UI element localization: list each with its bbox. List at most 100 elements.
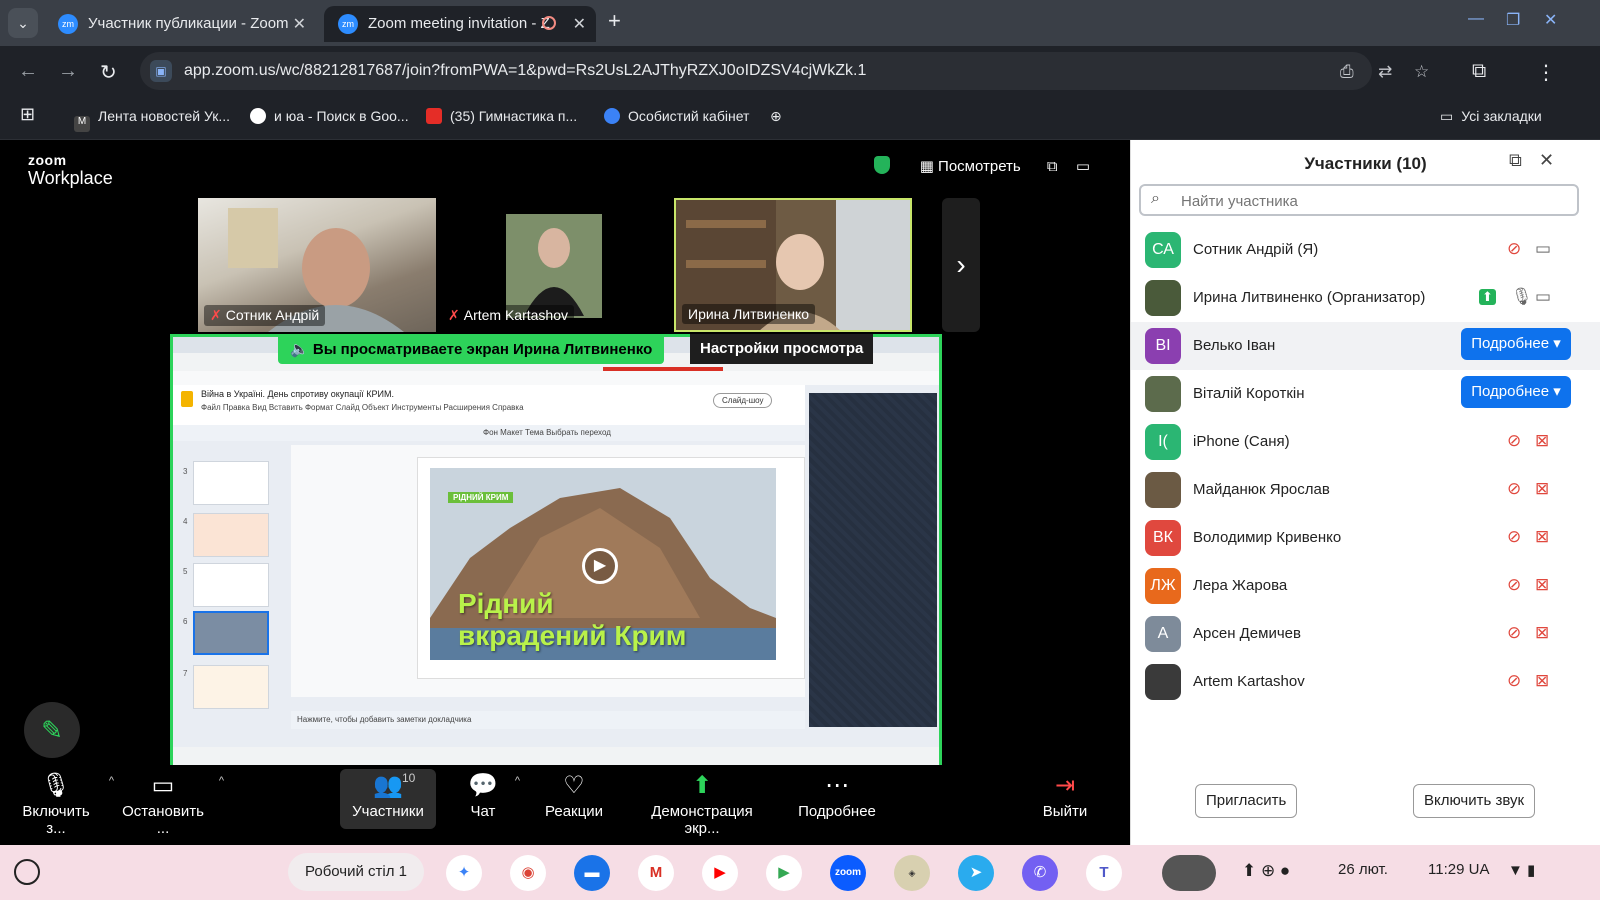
more-button[interactable]: ⋯ Подробнее [796,769,878,829]
participant-row[interactable]: ВІ Велько Іван Подробнее ▾ [1131,322,1600,370]
gmail-icon[interactable]: M [638,855,674,891]
apps-grid-icon[interactable]: ⊞ [20,104,35,125]
wifi-battery-icon[interactable]: ▼ ▮ [1508,861,1535,879]
chrome-icon[interactable]: ◉ [510,855,546,891]
participant-search[interactable]: ⌕ [1139,184,1579,216]
browser-tab-bar: ⌄ zm Участник публикации - Zoom ✕ zm Zoo… [0,0,1600,46]
telegram-icon[interactable]: ➤ [958,855,994,891]
participant-row[interactable]: Віталій Короткін Подробнее ▾ [1131,370,1600,418]
video-tile[interactable]: ✗ Сотник Андрій [198,198,436,332]
play-icon: ▶ [582,548,618,584]
view-options-button[interactable]: Настройки просмотра [690,334,874,364]
close-panel-icon[interactable]: ✕ [1539,150,1554,171]
participant-row[interactable]: I( iPhone (Саня) ⊘ ⊠ [1131,418,1600,466]
files-icon[interactable]: ▬ [574,855,610,891]
video-options-caret-icon[interactable]: ^ [219,775,224,787]
teams-icon[interactable]: T [1086,855,1122,891]
bookmark-star-icon[interactable]: ☆ [1414,62,1429,82]
share-screen-button[interactable]: ⬆ Демонстрация экр... [632,769,772,837]
bookmark-label: (35) Гимнастика п... [450,108,578,124]
new-tab-button[interactable]: + [608,8,621,34]
invite-button[interactable]: Пригласить [1195,784,1298,818]
participant-row[interactable]: ЛЖ Лера Жарова ⊘ ⊠ [1131,562,1600,610]
top-right-controls: ▦ Посмотреть ⧉ ▭ [873,156,1090,175]
bookmark-label: Лента новостей Ук... [98,108,231,124]
participant-row[interactable]: ВК Володимир Кривенко ⊘ ⊠ [1131,514,1600,562]
site-info-icon[interactable]: ▣ [150,60,172,82]
app-icon[interactable]: ◈ [894,855,930,891]
bookmark-item[interactable]: Особистий кабінет [604,108,749,124]
window-layout-icon[interactable]: ⧉ [1047,158,1058,175]
participant-more-button[interactable]: Подробнее ▾ [1461,328,1571,360]
view-button[interactable]: ▦ Посмотреть [920,158,1021,175]
tab-zoom-invitation[interactable]: zm Zoom meeting invitation - Z ✕ [324,6,596,42]
audio-options-caret-icon[interactable]: ^ [109,775,114,787]
bookmark-item[interactable]: M Лента новостей Ук... [74,108,230,132]
all-bookmarks[interactable]: ▭ Усі закладки [1440,108,1542,125]
bookmark-item[interactable]: и юа - Поиск в Goo... [250,108,409,124]
slide-number: 5 [183,567,188,576]
play-store-icon[interactable]: ▶ [766,855,802,891]
youtube-icon[interactable]: ▶ [702,855,738,891]
mic-muted-icon: ⊘ [1507,671,1522,690]
forward-icon[interactable]: → [58,60,78,83]
desk-button[interactable]: Робочий стіл 1 [288,853,424,891]
zoom-app-icon[interactable]: zoom [830,855,866,891]
reload-icon[interactable]: ↻ [100,60,117,85]
maximize-icon[interactable]: ❐ [1506,10,1520,30]
stop-video-button[interactable]: ▭ Остановить ... ^ [116,769,224,837]
date-label[interactable]: 26 лют. [1338,861,1388,878]
unmute-button[interactable]: 🎙 Включить з... ^ [12,769,114,837]
globe-icon[interactable]: ⊕ [770,108,782,125]
slide-number: 6 [183,617,188,626]
participant-search-input[interactable] [1181,191,1561,211]
chat-button[interactable]: 💬 Чат ^ [460,769,520,829]
url-text[interactable]: app.zoom.us/wc/88212817687/join?fromPWA=… [184,62,866,80]
close-tab-icon[interactable]: ✕ [293,14,306,34]
participants-count: 10 [402,771,416,785]
install-app-icon[interactable]: ⎙ [1340,62,1354,82]
encryption-shield-icon[interactable] [873,156,890,174]
unmute-all-button[interactable]: Включить звук [1413,784,1536,818]
participant-row[interactable]: Майданюк Ярослав ⊘ ⊠ [1131,466,1600,514]
launcher-icon[interactable] [14,859,40,885]
video-tile-active-speaker[interactable]: Ирина Литвиненко [674,198,912,332]
camera-icon: ▭ [151,772,175,799]
video-tile[interactable]: ✗ Artem Kartashov [436,198,674,332]
gallery-next-chevron-icon[interactable]: › [942,198,980,332]
bookmark-label: Особистий кабінет [628,108,750,124]
clock[interactable]: 11:29 UA [1428,861,1489,878]
close-window-icon[interactable]: ✕ [1544,10,1557,30]
tab-zoom-participant[interactable]: zm Участник публикации - Zoom ✕ [44,6,316,42]
participant-name: Ирина Литвиненко (Организатор) [1193,289,1426,306]
participants-button[interactable]: 👥 10 Участники [340,769,436,829]
translate-icon[interactable]: ⇄ [1378,62,1392,82]
popout-icon[interactable]: ⧉ [1509,150,1522,171]
tray-icons[interactable]: ⬆ ⊕ ● [1242,861,1290,881]
slide-heading-line2: вкрадений Крим [458,620,687,651]
recent-windows-icon[interactable] [1162,855,1216,891]
leave-button[interactable]: ⇥ Выйти [1040,769,1090,829]
address-bar[interactable]: ▣ app.zoom.us/wc/88212817687/join?fromPW… [140,52,1429,90]
participant-more-button[interactable]: Подробнее ▾ [1461,376,1571,408]
slide-thumb-selected [193,611,269,655]
slide-heading: Рідний вкрадений Крим [458,588,686,652]
bookmark-item[interactable]: (35) Гимнастика п... [426,108,577,124]
close-tab-icon[interactable]: ✕ [573,14,586,34]
participant-row[interactable]: А Арсен Демичев ⊘ ⊠ [1131,610,1600,658]
fullscreen-icon[interactable]: ▭ [1076,158,1090,175]
participant-row[interactable]: Artem Kartashov ⊘ ⊠ [1131,658,1600,706]
back-icon[interactable]: ← [18,60,38,83]
tab-search-chevron-icon[interactable]: ⌄ [8,8,38,38]
chat-options-caret-icon[interactable]: ^ [515,775,520,787]
menu-kebab-icon[interactable]: ⋮ [1536,60,1556,85]
viber-icon[interactable]: ✆ [1022,855,1058,891]
assistant-icon[interactable]: ✦ [446,855,482,891]
minimize-icon[interactable]: — [1468,10,1484,28]
annotate-pen-icon[interactable]: ✎ [24,702,80,758]
participant-row[interactable]: Ирина Литвиненко (Организатор) ⬆ 🎙 ▭ [1131,274,1600,322]
extensions-icon[interactable]: ⧉ [1472,60,1486,83]
participant-row[interactable]: СА Сотник Андрій (Я) ⊘ ▭ [1131,226,1600,274]
reactions-button[interactable]: ♡ Реакции [542,769,606,829]
shared-taskbar [173,747,939,765]
